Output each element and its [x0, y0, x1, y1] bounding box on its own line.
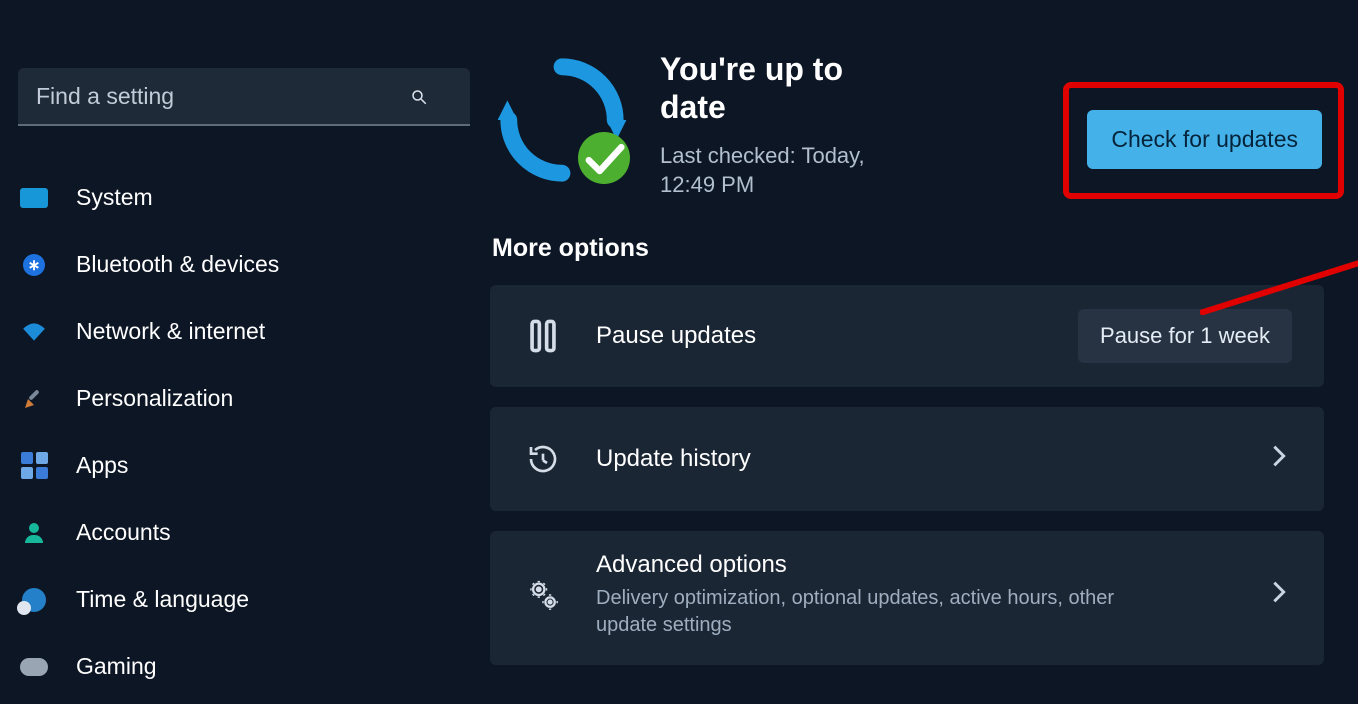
windows-update-panel: You're up to date Last checked: Today, 1…	[490, 0, 1358, 704]
checkmark-badge-icon	[578, 132, 630, 184]
bluetooth-icon: ∗	[18, 252, 50, 278]
sidebar-nav: System ∗ Bluetooth & devices Network & i…	[18, 164, 468, 700]
history-icon	[522, 443, 564, 475]
sidebar-item-time-language[interactable]: Time & language	[18, 566, 468, 633]
advanced-options-card[interactable]: Advanced options Delivery optimization, …	[490, 531, 1324, 665]
sidebar-item-label: Personalization	[76, 385, 233, 412]
update-history-card[interactable]: Update history	[490, 407, 1324, 511]
sidebar-item-network[interactable]: Network & internet	[18, 298, 468, 365]
gears-icon	[522, 578, 564, 612]
pause-updates-card[interactable]: Pause updates Pause for 1 week	[490, 285, 1324, 387]
check-for-updates-button[interactable]: Check for updates	[1087, 110, 1322, 169]
card-title: Update history	[596, 445, 1234, 473]
search-input[interactable]	[18, 68, 470, 126]
pause-duration-button[interactable]: Pause for 1 week	[1078, 309, 1292, 363]
wifi-icon	[18, 319, 50, 345]
pause-icon	[522, 319, 564, 353]
card-subtitle: Delivery optimization, optional updates,…	[596, 585, 1116, 639]
sidebar-item-label: Network & internet	[76, 318, 265, 345]
card-title: Advanced options	[596, 551, 1234, 579]
status-title: You're up to date	[660, 50, 870, 127]
sidebar-item-label: System	[76, 184, 153, 211]
settings-sidebar: System ∗ Bluetooth & devices Network & i…	[0, 0, 490, 704]
sidebar-item-label: Apps	[76, 452, 128, 479]
sidebar-item-accounts[interactable]: Accounts	[18, 499, 468, 566]
time-language-icon	[18, 587, 50, 613]
chevron-right-icon	[1266, 444, 1292, 475]
card-title: Pause updates	[596, 322, 1046, 350]
sidebar-item-personalization[interactable]: Personalization	[18, 365, 468, 432]
sidebar-item-system[interactable]: System	[18, 164, 468, 231]
accounts-icon	[18, 520, 50, 546]
sidebar-item-gaming[interactable]: Gaming	[18, 633, 468, 700]
sidebar-item-bluetooth[interactable]: ∗ Bluetooth & devices	[18, 231, 468, 298]
annotation-highlight: Check for updates	[1063, 82, 1344, 199]
chevron-right-icon	[1266, 580, 1292, 611]
more-options-heading: More options	[492, 234, 1324, 263]
apps-icon	[18, 453, 50, 479]
gaming-icon	[18, 654, 50, 680]
system-icon	[18, 185, 50, 211]
sidebar-item-label: Gaming	[76, 653, 157, 680]
sidebar-item-label: Bluetooth & devices	[76, 251, 279, 278]
sync-status-icon	[492, 50, 632, 190]
sidebar-item-label: Time & language	[76, 586, 249, 613]
status-last-checked: Last checked: Today, 12:49 PM	[660, 141, 890, 200]
search-icon	[410, 88, 428, 106]
search-field-wrap	[18, 68, 468, 126]
sidebar-item-label: Accounts	[76, 519, 171, 546]
paintbrush-icon	[18, 386, 50, 412]
sidebar-item-apps[interactable]: Apps	[18, 432, 468, 499]
